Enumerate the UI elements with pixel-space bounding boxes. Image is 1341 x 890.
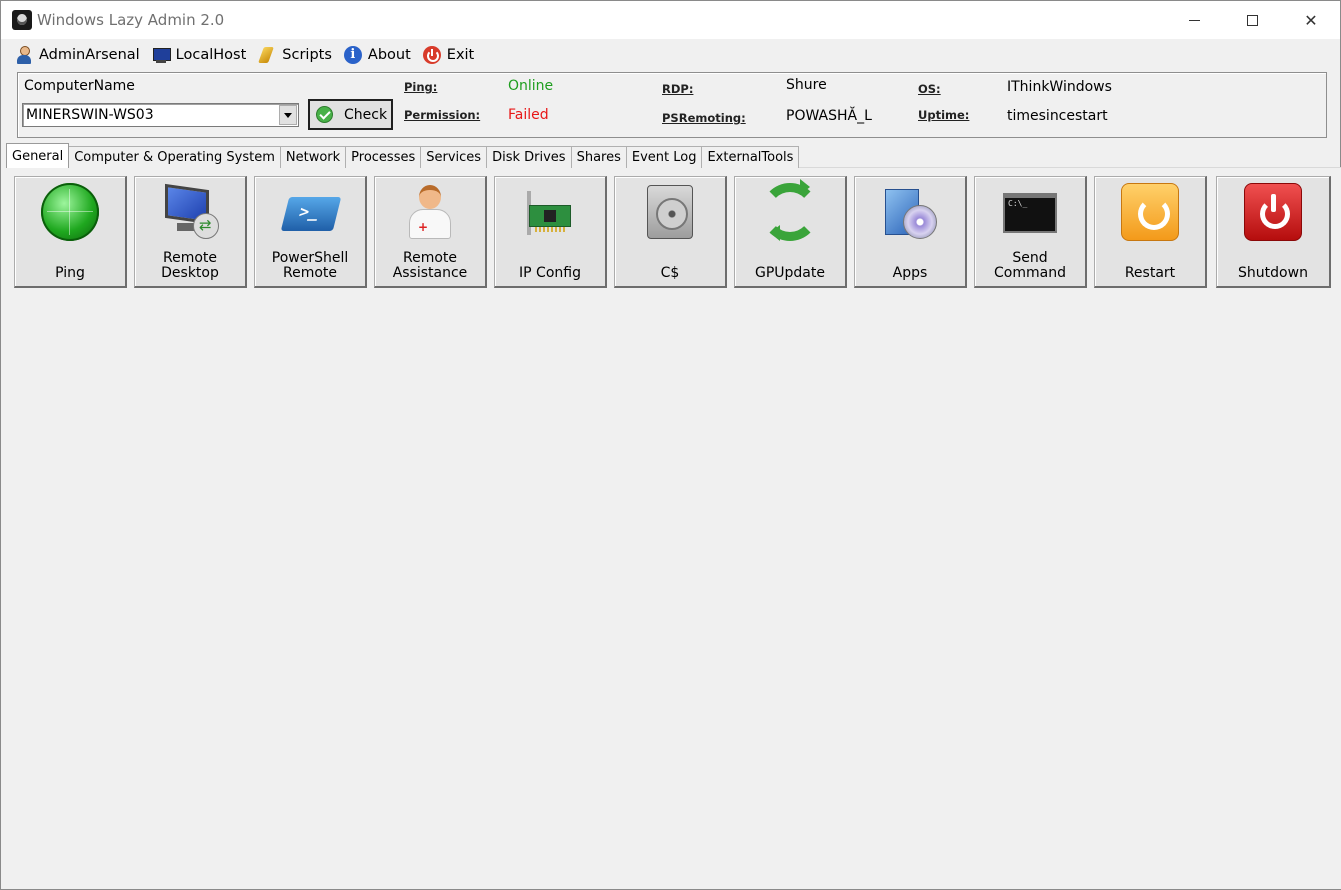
chevron-down-icon[interactable] <box>279 105 297 125</box>
powershell-remote-button[interactable]: PowerShellRemote <box>254 176 367 288</box>
shutdown-icon <box>1244 183 1302 241</box>
gpupdate-button[interactable]: GPUpdate <box>734 176 847 288</box>
apps-button[interactable]: Apps <box>854 176 967 288</box>
ping-radar-icon <box>41 183 99 241</box>
tab-processes[interactable]: Processes <box>345 146 422 168</box>
tool-label: IP Config <box>519 265 581 281</box>
tab-shares[interactable]: Shares <box>570 146 627 168</box>
app-logo-icon <box>12 10 32 30</box>
tab-services[interactable]: Services <box>420 146 488 168</box>
computer-icon <box>152 46 171 64</box>
power-icon <box>422 46 441 64</box>
tool-label: Remote Assistance <box>392 250 468 281</box>
tab-external-tools[interactable]: ExternalTools <box>701 146 800 168</box>
menu-item-label: AdminArsenal <box>39 47 140 63</box>
rdp-key: RDP: <box>662 82 694 96</box>
remote-desktop-button[interactable]: RemoteDesktop <box>134 176 247 288</box>
ping-button[interactable]: Ping <box>14 176 127 288</box>
computer-name-combobox[interactable]: MINERSWIN-WS03 <box>22 103 299 127</box>
user-icon <box>15 46 33 64</box>
computer-name-value: MINERSWIN-WS03 <box>26 107 154 123</box>
powershell-icon <box>280 183 342 241</box>
psremoting-key: PSRemoting: <box>662 111 746 125</box>
checkmark-icon <box>316 106 333 123</box>
scripts-icon <box>258 46 276 64</box>
doctor-icon <box>401 183 459 241</box>
hard-disk-icon <box>641 183 699 241</box>
network-card-icon <box>521 183 579 241</box>
ping-key: Ping: <box>404 80 438 94</box>
tool-label: Restart <box>1124 265 1176 281</box>
minimize-icon <box>1188 19 1200 21</box>
menu-item-label: LocalHost <box>175 47 247 63</box>
title-bar: Windows Lazy Admin 2.0 ✕ <box>1 1 1340 39</box>
send-command-button[interactable]: SendCommand <box>974 176 1087 288</box>
check-button[interactable]: Check <box>308 99 393 130</box>
menu-item-localhost[interactable]: LocalHost <box>146 42 253 68</box>
restart-icon <box>1121 183 1179 241</box>
tool-label: Remote Desktop <box>161 250 219 281</box>
tool-label: PowerShell Remote <box>271 250 349 281</box>
software-box-icon <box>881 183 939 241</box>
tab-computer-os[interactable]: Computer & Operating System <box>68 146 281 168</box>
menu-item-adminarsenal[interactable]: AdminArsenal <box>9 42 146 68</box>
menu-item-about[interactable]: i About <box>338 42 417 68</box>
restart-button[interactable]: Restart <box>1094 176 1207 288</box>
maximize-icon <box>1246 14 1258 26</box>
tab-network[interactable]: Network <box>279 146 347 168</box>
close-icon: ✕ <box>1304 10 1318 30</box>
menu-item-exit[interactable]: Exit <box>417 42 480 68</box>
ip-config-button[interactable]: IP Config <box>494 176 607 288</box>
close-button[interactable]: ✕ <box>1282 1 1340 39</box>
remote-assistance-button[interactable]: RemoteAssistance <box>374 176 487 288</box>
computer-info-panel: ComputerName MINERSWIN-WS03 Check Ping: … <box>17 72 1327 138</box>
tool-label: Send Command <box>994 250 1066 281</box>
shutdown-button[interactable]: Shutdown <box>1216 176 1331 288</box>
refresh-arrows-icon <box>761 179 819 241</box>
remote-desktop-icon <box>161 183 219 241</box>
tool-label: Apps <box>892 265 928 281</box>
command-prompt-icon <box>1001 183 1059 241</box>
computer-name-label: ComputerName <box>24 78 135 94</box>
tool-label: GPUpdate <box>755 265 825 281</box>
menu-bar: AdminArsenal LocalHost Scripts i About E… <box>1 40 1340 70</box>
tab-strip: General Computer & Operating System Netw… <box>6 142 800 168</box>
c-share-button[interactable]: C$ <box>614 176 727 288</box>
window-title: Windows Lazy Admin 2.0 <box>37 11 225 29</box>
permission-status: Failed <box>508 107 549 123</box>
menu-item-scripts[interactable]: Scripts <box>252 42 338 68</box>
tool-label: C$ <box>660 265 680 281</box>
check-button-label: Check <box>344 106 388 123</box>
ping-status: Online <box>508 78 554 94</box>
os-key: OS: <box>918 82 941 96</box>
uptime-key: Uptime: <box>918 108 970 122</box>
tab-disk-drives[interactable]: Disk Drives <box>486 146 572 168</box>
permission-key: Permission: <box>404 108 481 122</box>
minimize-button[interactable] <box>1165 1 1223 39</box>
info-icon: i <box>343 46 362 64</box>
os-value: IThinkWindows <box>1007 79 1112 95</box>
maximize-button[interactable] <box>1223 1 1281 39</box>
tab-event-log[interactable]: Event Log <box>625 146 703 168</box>
menu-item-label: Scripts <box>282 47 332 63</box>
rdp-status: Shure <box>786 77 827 93</box>
tab-general[interactable]: General <box>6 143 70 168</box>
psremoting-status: POWASHĂ_L <box>786 108 872 124</box>
menu-item-label: Exit <box>446 47 475 63</box>
tool-label: Shutdown <box>1238 265 1308 281</box>
menu-item-label: About <box>367 47 411 63</box>
app-window: Windows Lazy Admin 2.0 ✕ AdminArsenal Lo… <box>0 0 1341 890</box>
tool-label: Ping <box>55 265 85 281</box>
uptime-value: timesincestart <box>1007 108 1108 124</box>
